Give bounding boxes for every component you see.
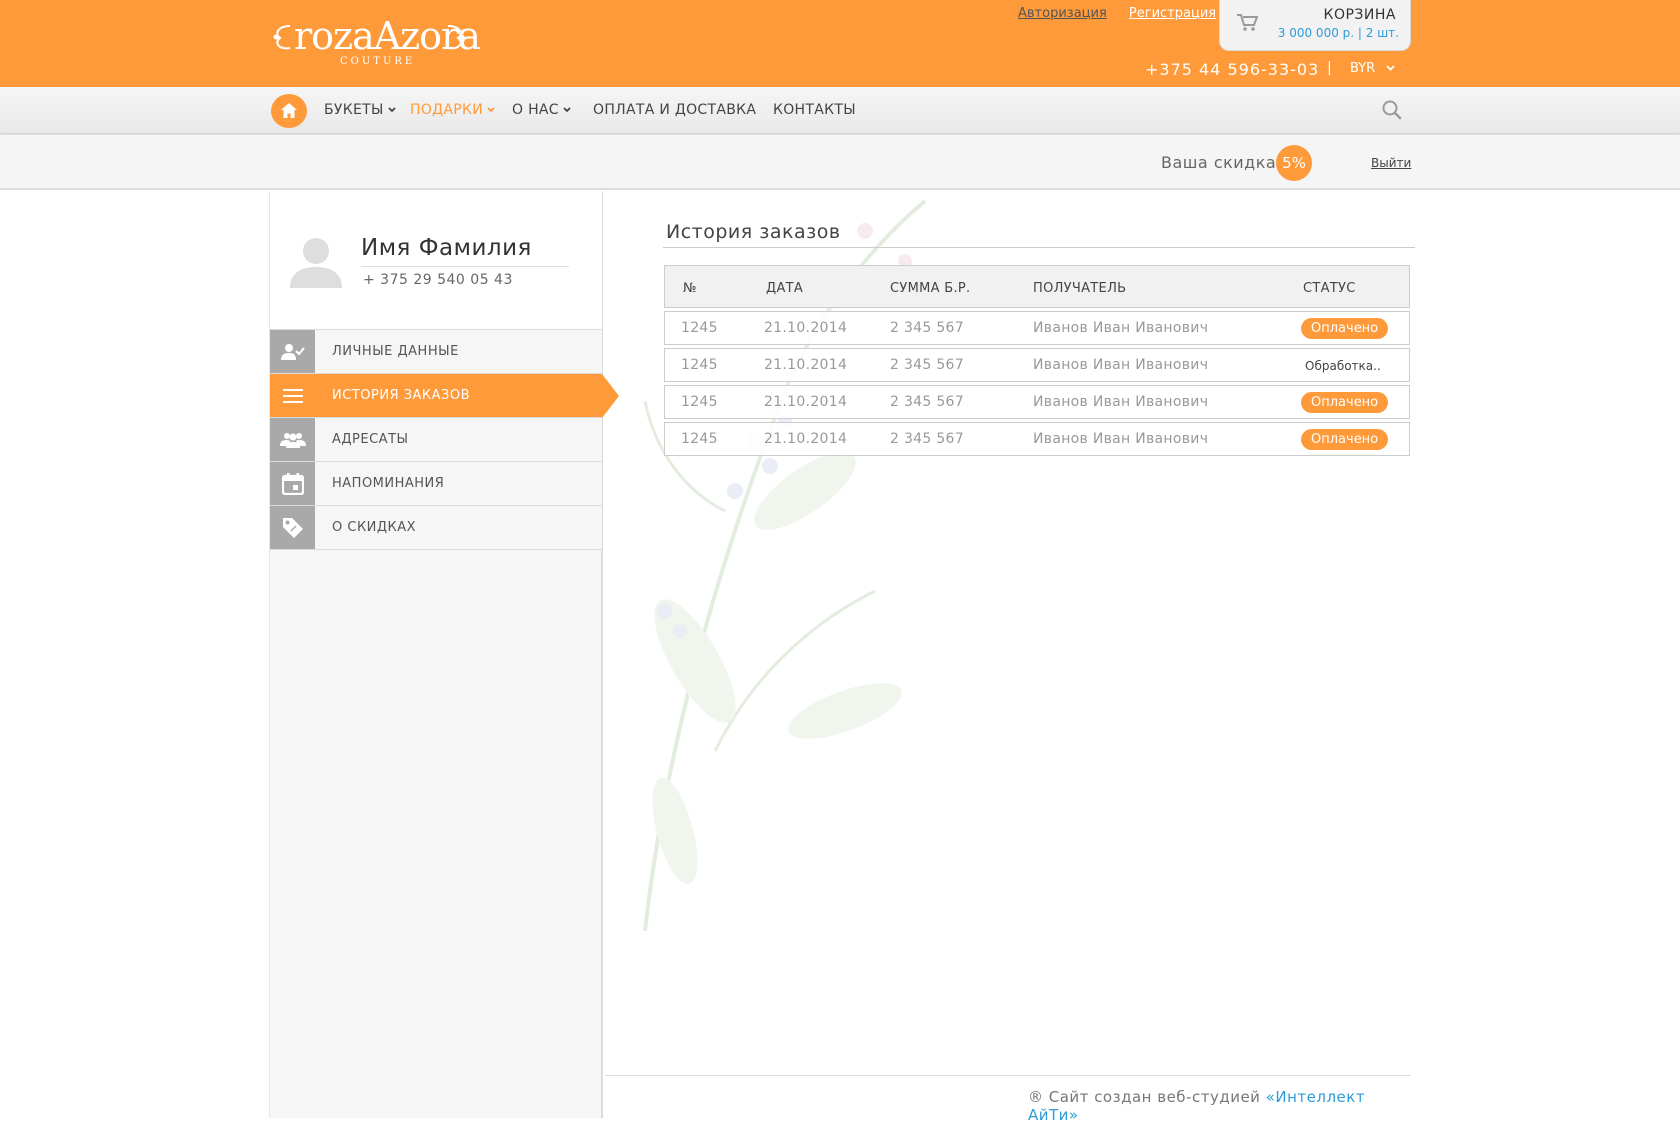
sidebar-item-recipients[interactable]: АДРЕСАТЫ: [270, 418, 602, 462]
chevron-down-icon[interactable]: [1386, 65, 1395, 71]
order-number: 1245: [681, 431, 718, 447]
column-header: ПОЛУЧАТЕЛЬ: [1033, 281, 1127, 296]
page-title: История заказов: [666, 221, 841, 243]
footer-text: ® Сайт создан веб-студией: [1028, 1088, 1266, 1106]
header-phone: +375 44 596-33-03: [1145, 60, 1320, 79]
sidebar-item-label: НАПОМИНАНИЯ: [332, 476, 445, 491]
divider: [361, 266, 569, 267]
orders-table: № ДАТА СУММА Б.Р. ПОЛУЧАТЕЛЬ СТАТУС 1245…: [664, 265, 1410, 456]
table-row[interactable]: 1245 21.10.2014 2 345 567 Иванов Иван Ив…: [664, 385, 1410, 419]
nav-bouquets[interactable]: БУКЕТЫ: [324, 102, 396, 118]
register-link[interactable]: Регистрация: [1129, 6, 1216, 21]
sidebar-item-personal-data[interactable]: ЛИЧНЫЕ ДАННЫЕ: [270, 330, 602, 374]
status-badge: Оплачено: [1301, 429, 1389, 450]
sidebar-item-discounts[interactable]: О СКИДКАХ: [270, 506, 602, 550]
column-header: №: [683, 281, 697, 296]
account-bar: Ваша скидка: 5% Выйти: [0, 135, 1680, 190]
home-button[interactable]: [271, 94, 307, 128]
auth-links: Авторизация Регистрация: [1018, 6, 1234, 21]
order-recipient: Иванов Иван Иванович: [1033, 394, 1209, 410]
table-row[interactable]: 1245 21.10.2014 2 345 567 Иванов Иван Ив…: [664, 348, 1410, 382]
status-badge: Оплачено: [1301, 392, 1389, 413]
divider: [663, 247, 1415, 248]
nav-gifts[interactable]: ПОДАРКИ: [410, 102, 495, 118]
footer-credit: ® Сайт создан веб-студией «Интеллект АйТ…: [1028, 1088, 1411, 1124]
logo-subtitle: COUTURE: [340, 56, 416, 67]
status-text: Обработка..: [1305, 359, 1381, 373]
discount-label: Ваша скидка:: [1161, 153, 1283, 172]
tag-icon: [270, 506, 315, 549]
sidebar-item-order-history[interactable]: ИСТОРИЯ ЗАКАЗОВ: [270, 374, 619, 418]
nav-about[interactable]: О НАС: [512, 102, 571, 118]
home-icon: [281, 103, 297, 118]
calendar-icon: [270, 462, 315, 505]
cart-summary: 3 000 000 р. | 2 шт.: [1277, 26, 1399, 40]
nav-item-label: КОНТАКТЫ: [773, 102, 856, 118]
order-recipient: Иванов Иван Иванович: [1033, 357, 1209, 373]
nav-payment-delivery[interactable]: ОПЛАТА И ДОСТАВКА: [593, 102, 756, 118]
order-sum: 2 345 567: [890, 320, 964, 336]
order-number: 1245: [681, 394, 718, 410]
sidebar-item-label: ИСТОРИЯ ЗАКАЗОВ: [332, 388, 471, 403]
logout-link[interactable]: Выйти: [1371, 156, 1411, 170]
table-header: № ДАТА СУММА Б.Р. ПОЛУЧАТЕЛЬ СТАТУС: [664, 265, 1410, 308]
table-row[interactable]: 1245 21.10.2014 2 345 567 Иванов Иван Ив…: [664, 422, 1410, 456]
sidebar-item-reminders[interactable]: НАПОМИНАНИЯ: [270, 462, 602, 506]
nav-item-label: О НАС: [512, 102, 559, 118]
divider: [605, 1075, 1411, 1076]
order-sum: 2 345 567: [890, 357, 964, 373]
order-date: 21.10.2014: [764, 357, 848, 373]
order-sum: 2 345 567: [890, 394, 964, 410]
group-icon: [270, 418, 315, 461]
status-badge: Оплачено: [1301, 318, 1389, 339]
list-icon: [270, 374, 315, 417]
account-sidebar: Имя Фамилия + 375 29 540 05 43 ЛИЧНЫЕ ДА…: [269, 191, 619, 1118]
main-nav: БУКЕТЫ ПОДАРКИ О НАС ОПЛАТА И ДОСТАВКА К…: [0, 87, 1680, 134]
nav-item-label: ОПЛАТА И ДОСТАВКА: [593, 102, 757, 118]
sidebar-item-label: АДРЕСАТЫ: [332, 432, 409, 447]
column-header: СУММА Б.Р.: [890, 281, 971, 296]
nav-item-label: ПОДАРКИ: [410, 102, 484, 118]
sidebar-item-label: ЛИЧНЫЕ ДАННЫЕ: [332, 344, 459, 359]
logo-ornament-right-icon: [447, 25, 465, 50]
profile-card: Имя Фамилия + 375 29 540 05 43: [270, 191, 602, 330]
cart-widget[interactable]: КОРЗИНА 3 000 000 р. | 2 шт.: [1219, 0, 1411, 51]
chevron-down-icon: [487, 107, 495, 113]
top-header: rozaAzora COUTURE Авторизация Регистраци…: [0, 0, 1680, 87]
order-number: 1245: [681, 357, 718, 373]
order-recipient: Иванов Иван Иванович: [1033, 431, 1209, 447]
cart-title: КОРЗИНА: [1323, 7, 1396, 23]
sidebar-item-label: О СКИДКАХ: [332, 520, 417, 535]
order-date: 21.10.2014: [764, 431, 848, 447]
order-recipient: Иванов Иван Иванович: [1033, 320, 1209, 336]
header-separator: |: [1327, 60, 1332, 76]
nav-item-label: БУКЕТЫ: [324, 102, 384, 118]
order-sum: 2 345 567: [890, 431, 964, 447]
order-number: 1245: [681, 320, 718, 336]
chevron-down-icon: [388, 107, 396, 113]
login-link[interactable]: Авторизация: [1018, 6, 1107, 21]
discount-badge: 5%: [1276, 145, 1312, 181]
column-header: ДАТА: [766, 281, 804, 296]
order-date: 21.10.2014: [764, 320, 848, 336]
profile-name: Имя Фамилия: [361, 235, 532, 261]
nav-contacts[interactable]: КОНТАКТЫ: [773, 102, 856, 118]
order-date: 21.10.2014: [764, 394, 848, 410]
cart-icon: [1237, 14, 1258, 31]
site-logo[interactable]: rozaAzora COUTURE: [270, 14, 481, 70]
column-header: СТАТУС: [1303, 281, 1356, 296]
logo-ornament-left-icon: [273, 25, 291, 50]
chevron-down-icon: [563, 107, 571, 113]
table-row[interactable]: 1245 21.10.2014 2 345 567 Иванов Иван Ив…: [664, 311, 1410, 345]
currency-select[interactable]: BYR: [1350, 61, 1375, 76]
profile-phone: + 375 29 540 05 43: [363, 272, 513, 288]
search-icon[interactable]: [1381, 99, 1403, 121]
avatar-icon: [290, 238, 342, 288]
sidebar-menu: ЛИЧНЫЕ ДАННЫЕ ИСТОРИЯ ЗАКАЗОВ АДРЕСАТЫ Н…: [270, 330, 619, 550]
main-content: История заказов № ДАТА СУММА Б.Р. ПОЛУЧА…: [605, 191, 1415, 1124]
user-check-icon: [270, 330, 315, 373]
